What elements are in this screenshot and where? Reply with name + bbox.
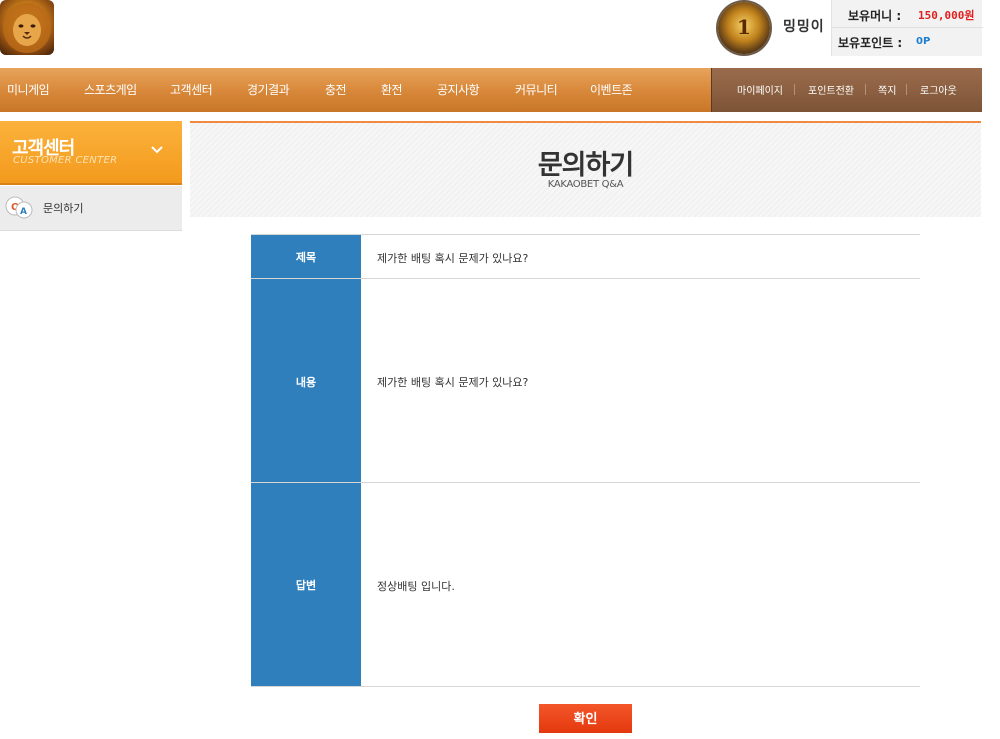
point-row: 보유포인트 : 0P xyxy=(832,28,983,55)
lion-logo[interactable] xyxy=(0,0,54,55)
level-number: 1 xyxy=(737,15,751,39)
nav-item-deposit[interactable]: 충전 xyxy=(325,81,347,98)
mypage-link[interactable]: 마이페이지 xyxy=(737,82,783,97)
confirm-button[interactable]: 확인 xyxy=(539,704,632,733)
table-row: 답변 정상배팅 입니다. xyxy=(251,483,920,687)
nav-item-event[interactable]: 이벤트존 xyxy=(590,81,633,98)
divider xyxy=(906,84,907,95)
page-subtitle: KAKAOBET Q&A xyxy=(547,179,624,190)
money-value: 150,000원 xyxy=(918,9,975,22)
nav-item-minigame[interactable]: 미니게임 xyxy=(7,81,50,98)
page-header: 문의하기 KAKAOBET Q&A xyxy=(190,121,981,217)
money-label: 보유머니 : xyxy=(848,9,902,23)
nav-item-community[interactable]: 커뮤니티 xyxy=(515,81,558,98)
level-badge: 1 xyxy=(718,2,770,54)
nav-item-customer-center[interactable]: 고객센터 xyxy=(170,81,213,98)
account-menu: 마이페이지 포인트전환 쪽지 로그아웃 xyxy=(711,68,982,112)
page-title: 문의하기 xyxy=(537,150,634,181)
nickname: 밍밍이 xyxy=(783,19,825,35)
logout-link[interactable]: 로그아웃 xyxy=(920,82,957,97)
qa-bubble-icon: Q A xyxy=(5,196,33,219)
point-label: 보유포인트 : xyxy=(838,36,903,50)
row-header: 제목 xyxy=(251,235,361,278)
nav-item-results[interactable]: 경기결과 xyxy=(247,81,290,98)
sidebar-item-inquiry[interactable]: Q A 문의하기 xyxy=(0,186,182,231)
inquiry-content-value: 제가한 배팅 혹시 문제가 있나요? xyxy=(377,376,529,389)
inquiry-answer-value: 정상배팅 입니다. xyxy=(377,580,455,593)
divider xyxy=(865,84,866,95)
sidebar-header[interactable]: 고객센터 CUSTOMER CENTER xyxy=(0,121,182,185)
row-header: 내용 xyxy=(251,279,361,482)
row-header: 답변 xyxy=(251,483,361,686)
point-convert-link[interactable]: 포인트전환 xyxy=(808,82,854,97)
lion-icon xyxy=(3,3,51,53)
inquiry-table: 제목 제가한 배팅 혹시 문제가 있나요? 내용 제가한 배팅 혹시 문제가 있… xyxy=(251,234,920,687)
chevron-down-icon xyxy=(151,146,163,154)
nav-menu: 미니게임 스포츠게임 고객센터 경기결과 충전 환전 공지사항 커뮤니티 이벤트… xyxy=(0,68,711,112)
row-header-label: 답변 xyxy=(295,579,317,592)
user-info-box: 1 밍밍이 보유머니 : 150,000원 보유포인트 : 0P xyxy=(716,0,983,56)
sidebar-item-label: 문의하기 xyxy=(43,202,84,215)
message-link[interactable]: 쪽지 xyxy=(878,82,896,97)
table-row: 제목 제가한 배팅 혹시 문제가 있나요? xyxy=(251,235,920,279)
inquiry-title-value: 제가한 배팅 혹시 문제가 있나요? xyxy=(377,252,529,265)
svg-text:A: A xyxy=(20,207,27,217)
top-bar: 1 밍밍이 보유머니 : 150,000원 보유포인트 : 0P xyxy=(0,0,1000,68)
sidebar-subtitle: CUSTOMER CENTER xyxy=(13,155,118,166)
balance-panel: 보유머니 : 150,000원 보유포인트 : 0P xyxy=(831,0,983,56)
money-row: 보유머니 : 150,000원 xyxy=(832,1,983,28)
main-nav: 미니게임 스포츠게임 고객센터 경기결과 충전 환전 공지사항 커뮤니티 이벤트… xyxy=(0,68,982,112)
nav-item-notice[interactable]: 공지사항 xyxy=(437,81,480,98)
divider xyxy=(794,84,795,95)
table-row: 내용 제가한 배팅 혹시 문제가 있나요? xyxy=(251,279,920,483)
row-header-label: 내용 xyxy=(295,376,317,389)
point-value: 0P xyxy=(916,36,931,47)
nav-item-sports[interactable]: 스포츠게임 xyxy=(84,81,137,98)
row-header-label: 제목 xyxy=(295,251,317,264)
nav-item-withdraw[interactable]: 환전 xyxy=(381,81,403,98)
